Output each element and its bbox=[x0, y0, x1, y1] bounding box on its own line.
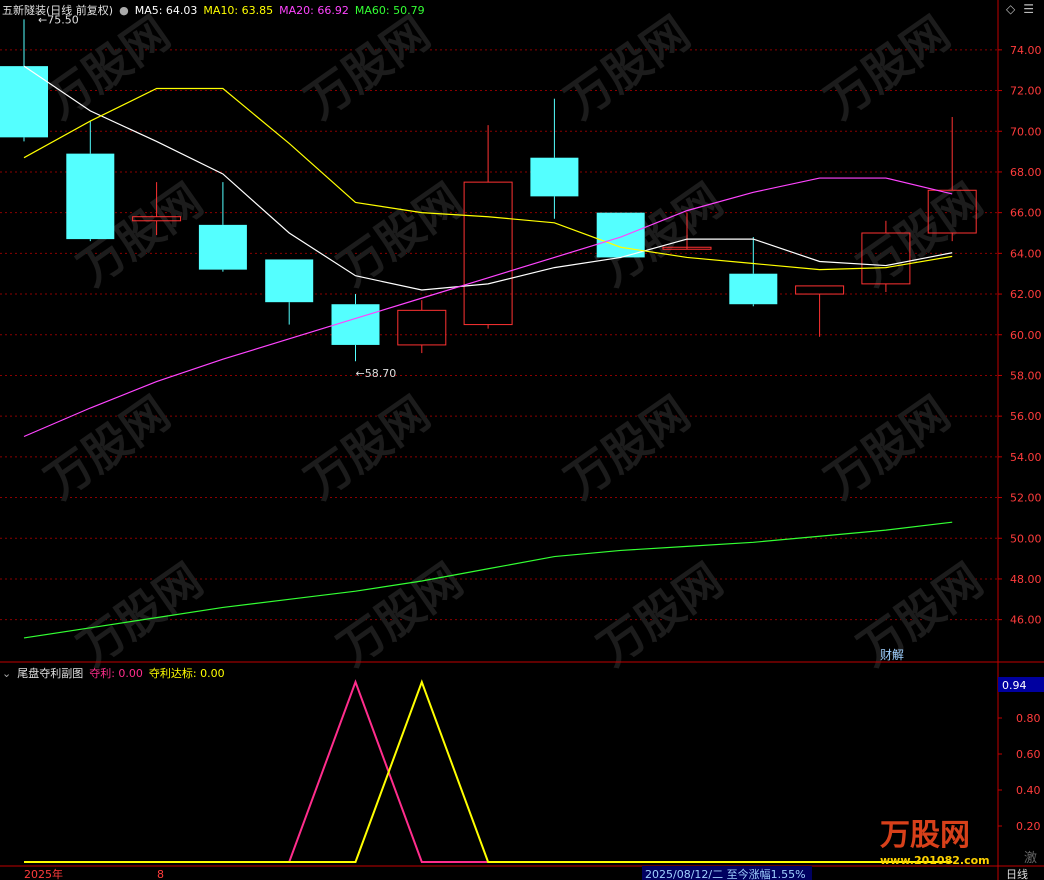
watermark-text: 万股网 bbox=[295, 6, 439, 129]
y-tick-label: 48.00 bbox=[1010, 573, 1042, 586]
watermark-text: 万股网 bbox=[328, 553, 472, 676]
y-tick-label: 62.00 bbox=[1010, 288, 1042, 301]
indicator-line bbox=[24, 679, 953, 863]
y-tick-label: 68.00 bbox=[1010, 166, 1042, 179]
x-label-month: 8 bbox=[157, 868, 164, 880]
y-tick-label: 52.00 bbox=[1010, 492, 1042, 505]
candle-body-up[interactable] bbox=[397, 309, 447, 346]
ma10-label: MA10: 63.85 bbox=[203, 4, 274, 17]
y-tick-label: 54.00 bbox=[1010, 451, 1042, 464]
period-label[interactable]: 日线 bbox=[1006, 867, 1028, 880]
y-tick-label: 66.00 bbox=[1010, 207, 1042, 220]
y-tick-label: 64.00 bbox=[1010, 247, 1042, 260]
candle-body-down[interactable] bbox=[66, 153, 115, 240]
watermark-text: 万股网 bbox=[848, 173, 992, 296]
watermark-text: 万股网 bbox=[68, 553, 212, 676]
sub-y-tick-label: 0.80 bbox=[1016, 712, 1041, 725]
stock-title[interactable]: 五新隧装(日线 前复权) bbox=[2, 4, 113, 17]
watermark-text: 万股网 bbox=[35, 386, 179, 509]
diamond-icon[interactable]: ◇ bbox=[1006, 2, 1015, 16]
brand-url: www.201082.com bbox=[880, 854, 990, 867]
series1-label: 夺利: 0.00 bbox=[89, 667, 143, 680]
indicator-line bbox=[24, 679, 953, 863]
brand-logo: 万股网 bbox=[880, 818, 970, 853]
y-tick-label: 70.00 bbox=[1010, 125, 1042, 138]
y-tick-label: 60.00 bbox=[1010, 329, 1042, 342]
menu-icon[interactable]: ☰ bbox=[1023, 2, 1034, 16]
indicator-header: ⌄ 尾盘夺利副图 夺利: 0.00 夺利达标: 0.00 bbox=[2, 665, 231, 681]
indicator-title[interactable]: 尾盘夺利副图 bbox=[17, 667, 83, 680]
low-label: ←58.70 bbox=[356, 367, 397, 380]
gridlines bbox=[0, 49, 998, 621]
corner-tag[interactable]: 财解 bbox=[880, 648, 904, 662]
main-header: 五新隧装(日线 前复权) ● MA5: 64.03 MA10: 63.85 MA20: … bbox=[2, 2, 431, 18]
sub-y-tick-label: 0.40 bbox=[1016, 784, 1041, 797]
watermark-text: 万股网 bbox=[815, 6, 959, 129]
y-tick-label: 46.00 bbox=[1010, 614, 1042, 627]
candle-body-down[interactable] bbox=[530, 157, 579, 197]
watermark-text: 万股网 bbox=[555, 386, 699, 509]
y-tick-label: 74.00 bbox=[1010, 44, 1042, 57]
series2-label: 夺利达标: 0.00 bbox=[148, 667, 225, 680]
watermark-text: 万股网 bbox=[815, 386, 959, 509]
candle-body-down[interactable] bbox=[265, 259, 314, 303]
candle-body-down[interactable] bbox=[596, 212, 645, 258]
ma60-label: MA60: 50.79 bbox=[354, 4, 425, 17]
top-right-controls: ◇ ☰ bbox=[998, 2, 1034, 16]
candle-body-up[interactable] bbox=[795, 285, 845, 295]
chart-canvas: 万股网 万股网 万股网 万股网万股网 万股网 万股网 万股网万股网 万股网 万股网 万股网万股网万… bbox=[0, 0, 1044, 880]
status-text: 2025/08/12/二 至今涨幅1.55% bbox=[645, 867, 806, 880]
candle-body-down[interactable] bbox=[331, 304, 380, 345]
collapse-icon[interactable]: ⌄ bbox=[2, 667, 11, 680]
x-label-year: 2025年 bbox=[24, 867, 63, 880]
candle-body-down[interactable] bbox=[729, 273, 778, 305]
watermark-text: 万股网 bbox=[328, 173, 472, 296]
side-label: 激 bbox=[1024, 851, 1037, 866]
y-tick-label: 50.00 bbox=[1010, 532, 1042, 545]
watermark-text: 万股网 bbox=[848, 553, 992, 676]
y-tick-label: 58.00 bbox=[1010, 369, 1042, 382]
watermark-text: 万股网 bbox=[295, 386, 439, 509]
sub-y-tick-label: 0.20 bbox=[1016, 820, 1041, 833]
y-tick-label: 72.00 bbox=[1010, 85, 1042, 98]
ma5-label: MA5: 64.03 bbox=[134, 4, 198, 17]
ma20-label: MA20: 66.92 bbox=[279, 4, 349, 17]
y-tick-label: 56.00 bbox=[1010, 410, 1042, 423]
settings-icon[interactable]: ● bbox=[119, 4, 129, 17]
sub-y-tick-label: 0.60 bbox=[1016, 748, 1041, 761]
watermark-text: 万股网 bbox=[555, 6, 699, 129]
current-value-label: 0.94 bbox=[1002, 679, 1027, 692]
candle-body-down[interactable] bbox=[198, 224, 247, 270]
watermark-layer: 万股网 万股网 万股网 万股网万股网 万股网 万股网 万股网万股网 万股网 万股网 万股网万股网万… bbox=[35, 6, 992, 676]
watermark-text: 万股网 bbox=[588, 553, 732, 676]
